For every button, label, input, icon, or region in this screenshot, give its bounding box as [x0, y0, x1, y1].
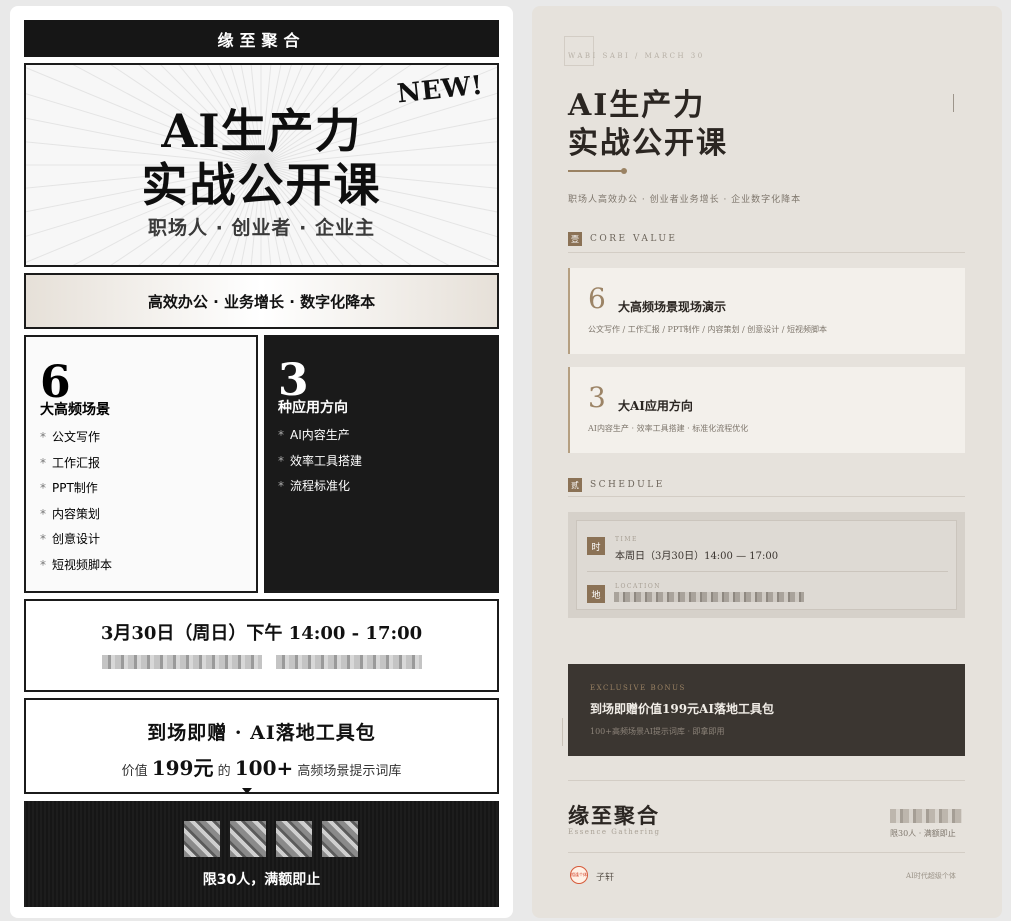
- bonus-panel: EXCLUSIVE BONUS 到场即赠价值199元AI落地工具包 100+高频…: [568, 664, 965, 756]
- value-title: 大AI应用方向: [618, 399, 693, 413]
- gift-panel: 到场即赠 · AI落地工具包 价值 199元 的 100+ 高频场景提示词库: [24, 698, 499, 794]
- accent-dot: [621, 168, 627, 174]
- seat-quota: 限30人 · 满额即止: [890, 829, 956, 838]
- redacted-name: [184, 821, 358, 857]
- list-item: 效率工具搭建: [278, 449, 362, 475]
- divider: [568, 780, 965, 781]
- gift-detail: 价值 199元 的 100+ 高频场景提示词库: [26, 752, 497, 781]
- hero-subtitle: 职场人 · 创业者 · 企业主: [148, 217, 375, 239]
- scenes-list: 公文写作 工作汇报 PPT制作 内容策划 创意设计 短视频脚本: [40, 425, 112, 578]
- divider: [953, 94, 954, 112]
- subtitle: 职场人高效办公 · 创业者业务增长 · 企业数字化降本: [568, 195, 802, 205]
- redacted-location: [614, 592, 804, 602]
- seat-limit: 限30人，满额即止: [202, 872, 321, 888]
- value-title: 大高频场景现场演示: [618, 300, 727, 314]
- brand-name: 缘至聚合: [568, 803, 660, 828]
- schedule-panel: 时 TIME 本周日（3月30日）14:00 — 17:00 地 LOCATIO…: [568, 512, 965, 618]
- list-item: 工作汇报: [40, 451, 112, 477]
- redacted-location: [276, 655, 422, 669]
- value-number: 6: [588, 282, 606, 315]
- accent-line: [568, 170, 622, 172]
- section-label: CORE VALUE: [590, 234, 678, 244]
- divider: [568, 852, 965, 853]
- event-time: 3月30日（周日）下午 14:00 - 17:00: [100, 623, 423, 644]
- time-panel: 3月30日（周日）下午 14:00 - 17:00: [24, 599, 499, 692]
- section-core-value: 壹 CORE VALUE: [568, 232, 678, 246]
- author-name: 子轩: [596, 873, 615, 883]
- bonus-kicker: EXCLUSIVE BONUS: [590, 684, 686, 692]
- gift-title: 到场即赠 · AI落地工具包: [147, 722, 376, 744]
- hero-panel: NEW! AI生产力 实战公开课 职场人 · 创业者 · 企业主: [24, 63, 499, 267]
- location-badge: 地: [587, 585, 605, 603]
- tagline-banner: 高效办公 · 业务增长 · 数字化降本: [24, 273, 499, 329]
- brand-english: Essence Gathering: [568, 828, 661, 836]
- divider: [587, 571, 948, 572]
- directions-title: 种应用方向: [278, 400, 348, 416]
- location-label: LOCATION: [615, 583, 662, 590]
- time-value: 本周日（3月30日）14:00 — 17:00: [615, 551, 779, 562]
- gift-prefix: 价值: [121, 764, 148, 779]
- value-desc: AI内容生产 · 效率工具搭建 · 标准化流程优化: [588, 424, 749, 433]
- gift-suffix: 高频场景提示词库: [297, 764, 402, 779]
- poster-classic: 缘至聚合 NEW! AI生产力 实战公开课 职场人 · 创业者 · 企业主 高效…: [10, 6, 513, 918]
- gift-mid: 的: [217, 764, 231, 779]
- divider: [562, 718, 563, 746]
- value-card: 3 大AI应用方向 AI内容生产 · 效率工具搭建 · 标准化流程优化: [568, 367, 965, 453]
- bonus-desc: 100+高频场景AI提示词库 · 即拿即用: [590, 727, 725, 736]
- time-badge: 时: [587, 537, 605, 555]
- kicker-text: WABI SABI / MARCH 30: [568, 52, 705, 60]
- brand-title-bar: 缘至聚合: [24, 20, 499, 57]
- section-label: SCHEDULE: [590, 480, 665, 490]
- value-desc: 公文写作 / 工作汇报 / PPT制作 / 内容策划 / 创意设计 / 短视频脚…: [588, 325, 828, 334]
- gift-amount: 199元: [151, 756, 214, 780]
- section-schedule: 贰 SCHEDULE: [568, 478, 665, 492]
- redacted-location: [102, 655, 262, 669]
- list-item: AI内容生产: [278, 423, 362, 449]
- motto: AI时代超级个体: [906, 872, 956, 880]
- value-number: 3: [588, 381, 606, 414]
- hero-title-line2: 实战公开课: [141, 158, 382, 212]
- title-line2: 实战公开课: [568, 126, 728, 161]
- directions-card: 3 种应用方向 AI内容生产 效率工具搭建 流程标准化: [264, 335, 499, 593]
- divider: [568, 252, 965, 253]
- bonus-title: 到场即赠价值199元AI落地工具包: [590, 702, 774, 716]
- list-item: 流程标准化: [278, 474, 362, 500]
- scenes-card: 6 大高频场景 公文写作 工作汇报 PPT制作 内容策划 创意设计 短视频脚本: [24, 335, 258, 593]
- footer-panel: 限30人，满额即止: [24, 801, 499, 907]
- corner-frame: [564, 36, 594, 66]
- redacted-name: [890, 809, 962, 823]
- time-label: TIME: [615, 536, 638, 543]
- list-item: PPT制作: [40, 476, 112, 502]
- section-badge: 贰: [568, 478, 582, 492]
- section-badge: 壹: [568, 232, 582, 246]
- list-item: 公文写作: [40, 425, 112, 451]
- list-item: 内容策划: [40, 502, 112, 528]
- scenes-title: 大高频场景: [40, 402, 110, 418]
- list-item: 短视频脚本: [40, 553, 112, 579]
- down-arrow-icon: [242, 788, 252, 794]
- poster-wabi-sabi: WABI SABI / MARCH 30 AI生产力 实战公开课 职场人高效办公…: [532, 6, 1002, 918]
- value-card: 6 大高频场景现场演示 公文写作 / 工作汇报 / PPT制作 / 内容策划 /…: [568, 268, 965, 354]
- seal-avatar-icon: 相逢个体: [570, 866, 588, 884]
- gift-count: 100+: [234, 756, 294, 780]
- directions-list: AI内容生产 效率工具搭建 流程标准化: [278, 423, 362, 500]
- divider: [568, 496, 965, 497]
- list-item: 创意设计: [40, 527, 112, 553]
